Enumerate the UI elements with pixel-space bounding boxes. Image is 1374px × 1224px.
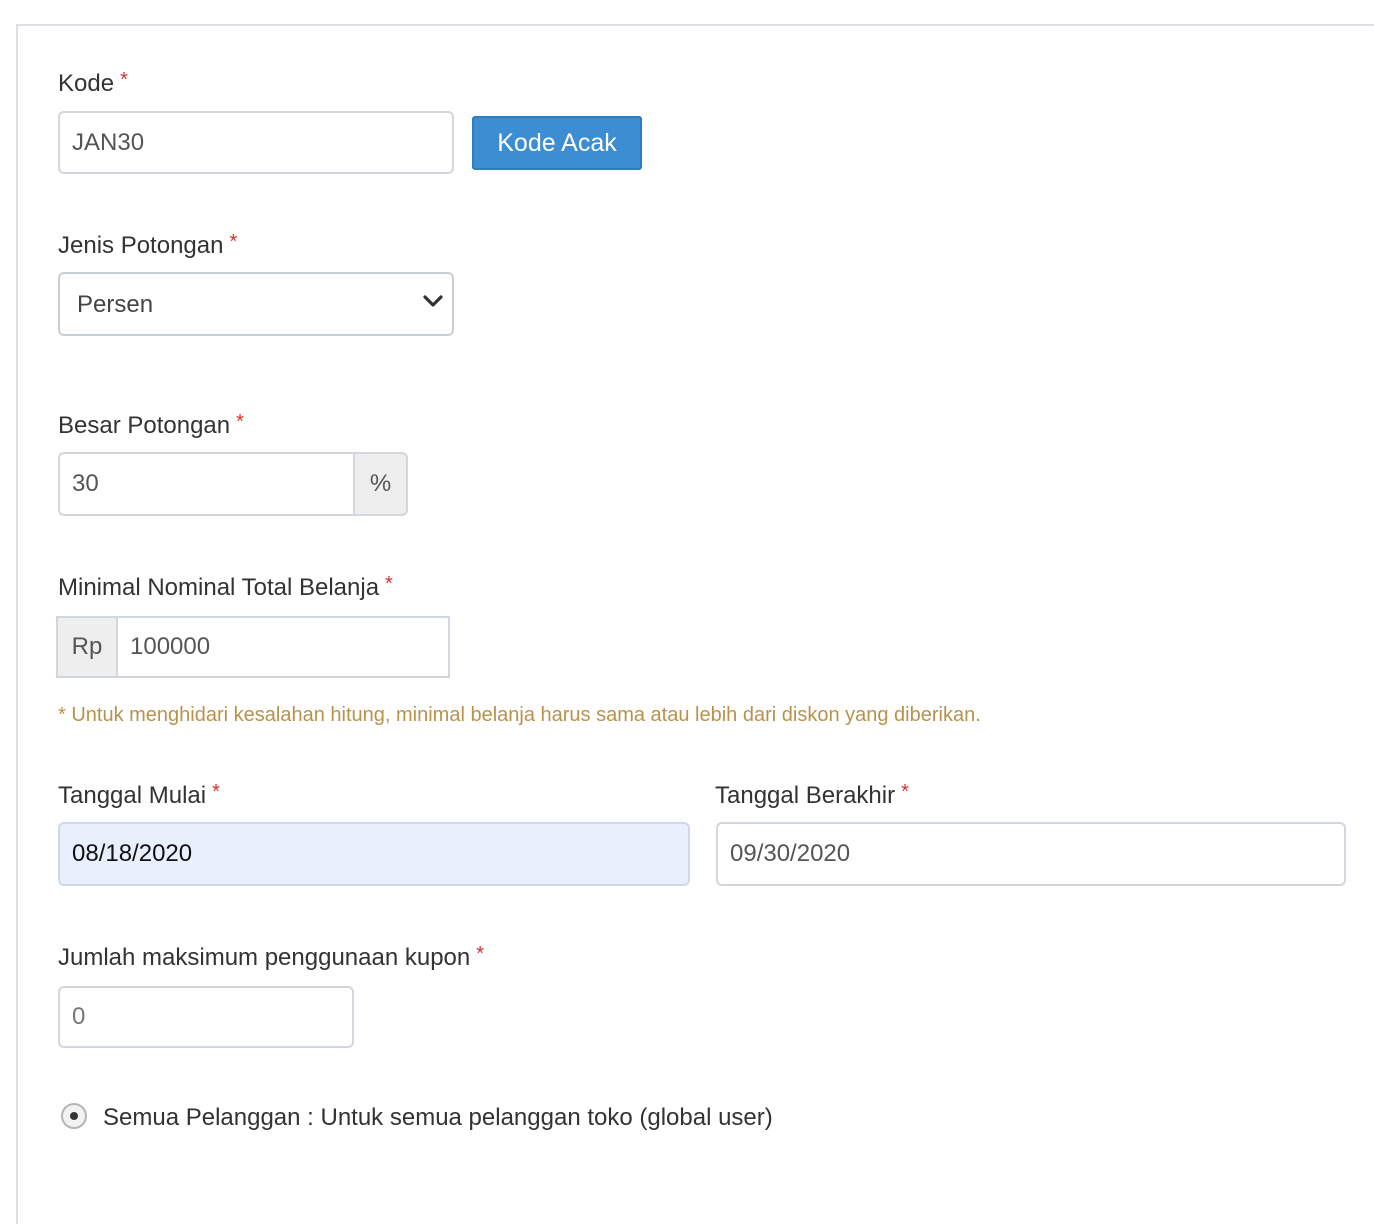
max-penggunaan-label: Jumlah maksimum penggunaan kupon * bbox=[58, 943, 485, 971]
required-marker: * bbox=[385, 573, 393, 595]
percent-addon: % bbox=[353, 452, 408, 516]
minimal-belanja-input[interactable] bbox=[116, 616, 450, 678]
required-marker: * bbox=[476, 943, 485, 965]
kode-label: Kode * bbox=[58, 69, 128, 97]
radio-selected-dot bbox=[70, 1112, 78, 1120]
jenis-potongan-label: Jenis Potongan * bbox=[58, 231, 238, 259]
jenis-potongan-selected: Persen bbox=[77, 291, 154, 318]
minimal-belanja-label: Minimal Nominal Total Belanja * bbox=[58, 573, 393, 601]
tanggal-berakhir-input[interactable] bbox=[716, 822, 1346, 886]
required-marker: * bbox=[212, 781, 220, 803]
chevron-down-icon bbox=[423, 295, 443, 307]
besar-potongan-label: Besar Potongan * bbox=[58, 411, 244, 439]
random-code-button[interactable]: Kode Acak bbox=[472, 116, 642, 170]
max-penggunaan-input[interactable] bbox=[58, 986, 354, 1048]
kode-input[interactable] bbox=[58, 111, 454, 174]
tanggal-mulai-input[interactable] bbox=[58, 822, 690, 886]
jenis-potongan-select[interactable]: Persen bbox=[58, 272, 454, 336]
required-marker: * bbox=[229, 231, 238, 253]
tanggal-berakhir-label: Tanggal Berakhir * bbox=[715, 781, 909, 809]
required-marker: * bbox=[901, 781, 909, 803]
besar-potongan-input[interactable] bbox=[58, 452, 355, 516]
radio-semua-pelanggan[interactable] bbox=[61, 1103, 87, 1129]
minimal-belanja-help: * Untuk menghidari kesalahan hitung, min… bbox=[58, 704, 981, 726]
radio-semua-pelanggan-label: Semua Pelanggan : Untuk semua pelanggan … bbox=[103, 1104, 773, 1131]
required-marker: * bbox=[120, 69, 128, 91]
required-marker: * bbox=[236, 411, 244, 433]
tanggal-mulai-label: Tanggal Mulai * bbox=[58, 781, 220, 809]
rp-addon: Rp bbox=[56, 616, 118, 678]
